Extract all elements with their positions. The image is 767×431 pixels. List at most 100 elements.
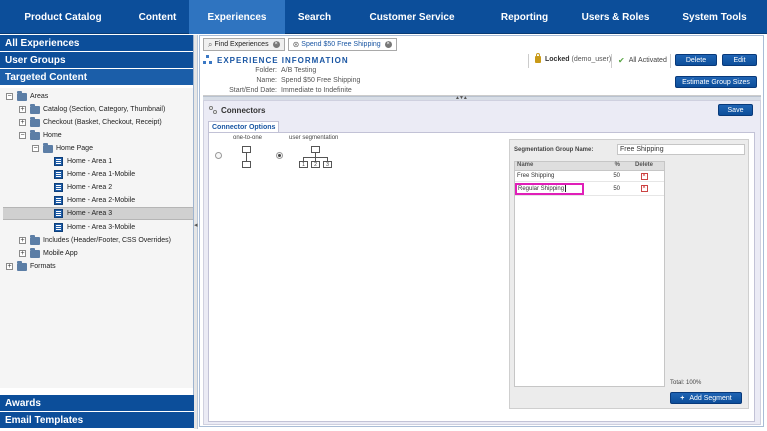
sidebar-all-experiences[interactable]: All Experiences bbox=[0, 35, 193, 52]
total-percent: Total: 100% bbox=[670, 380, 702, 386]
tree-item-home[interactable]: − Home bbox=[19, 129, 62, 142]
tab-connector-options[interactable]: Connector Options bbox=[208, 121, 280, 132]
tree-item-home-area-3-mobile[interactable]: Home - Area 3-Mobile bbox=[54, 221, 135, 234]
tree-item-label: Home - Area 1 bbox=[67, 158, 113, 165]
segment-percent[interactable]: 50 bbox=[598, 173, 624, 179]
edit-button[interactable]: Edit bbox=[722, 54, 757, 66]
save-button[interactable]: Save bbox=[718, 104, 753, 116]
collapse-icon[interactable]: − bbox=[6, 93, 13, 100]
connector-options-pane: one-to-one user segmentation 1 2 3 Segme… bbox=[208, 132, 755, 422]
nav-experiences[interactable]: Experiences bbox=[189, 0, 285, 34]
tree-item-label: Mobile App bbox=[43, 250, 78, 257]
folder-row: Folder: A/B Testing bbox=[203, 67, 316, 74]
close-icon[interactable]: × bbox=[384, 41, 392, 48]
delete-icon[interactable]: × bbox=[640, 185, 648, 192]
dates-value: Immediate to Indefinite bbox=[281, 87, 352, 94]
tree-item-includes[interactable]: + Includes (Header/Footer, CSS Overrides… bbox=[19, 234, 171, 247]
close-icon[interactable]: × bbox=[272, 41, 280, 48]
folder-icon bbox=[30, 247, 40, 258]
segment-percent[interactable]: 50 bbox=[598, 186, 624, 192]
connectors-title: Connectors bbox=[209, 106, 265, 115]
nav-system-tools[interactable]: System Tools bbox=[662, 0, 767, 34]
nav-reporting[interactable]: Reporting bbox=[480, 0, 569, 34]
tree-item-home-area-2[interactable]: Home - Area 2 bbox=[54, 181, 112, 194]
folder-icon bbox=[30, 129, 40, 140]
expand-icon[interactable]: + bbox=[19, 237, 26, 244]
expand-icon[interactable]: + bbox=[19, 106, 26, 113]
collapse-icon[interactable]: − bbox=[19, 132, 26, 139]
tree-item-home-area-3[interactable]: Home - Area 3 bbox=[3, 207, 193, 220]
content-area-icon bbox=[54, 196, 63, 205]
activated-label: All Activated bbox=[628, 57, 667, 64]
sidebar-targeted-content[interactable]: Targeted Content bbox=[0, 69, 193, 86]
name-row: Name: Spend $50 Free Shipping bbox=[203, 77, 360, 84]
tree-item-label: Includes (Header/Footer, CSS Overrides) bbox=[43, 237, 171, 244]
add-segment-label: Add Segment bbox=[689, 394, 732, 402]
sidebar-email-templates[interactable]: Email Templates bbox=[0, 412, 194, 429]
tab-spend-50-free-shipping[interactable]: ⊛ Spend $50 Free Shipping × bbox=[287, 38, 397, 51]
plus-icon: + bbox=[680, 394, 685, 402]
tree-item-home-area-2-mobile[interactable]: Home - Area 2-Mobile bbox=[54, 194, 135, 207]
tree-item-label: Formats bbox=[30, 263, 56, 270]
tree-item-label: Checkout (Basket, Checkout, Receipt) bbox=[43, 119, 162, 126]
tree-item-mobile-app[interactable]: + Mobile App bbox=[19, 247, 78, 260]
one-to-one-label: one-to-one bbox=[233, 135, 263, 141]
connector-icon bbox=[209, 106, 218, 115]
sidebar-user-groups[interactable]: User Groups bbox=[0, 52, 193, 69]
user-segmentation-radio[interactable] bbox=[276, 152, 283, 159]
name-value: Spend $50 Free Shipping bbox=[281, 77, 361, 84]
sidebar-awards[interactable]: Awards bbox=[0, 395, 194, 412]
tree-item-checkout[interactable]: + Checkout (Basket, Checkout, Receipt) bbox=[19, 116, 162, 129]
tree-item-home-area-1[interactable]: Home - Area 1 bbox=[54, 155, 112, 168]
expand-icon[interactable]: + bbox=[6, 263, 13, 270]
network-icon bbox=[203, 55, 213, 65]
nav-search[interactable]: Search bbox=[285, 0, 344, 34]
tree-item-label: Home - Area 3-Mobile bbox=[67, 224, 136, 231]
collapse-icon[interactable]: − bbox=[32, 145, 39, 152]
estimate-group-sizes-button[interactable]: Estimate Group Sizes bbox=[675, 76, 757, 88]
tree-item-home-page[interactable]: − Home Page bbox=[32, 142, 93, 155]
column-delete: Delete bbox=[634, 162, 653, 168]
folder-icon bbox=[30, 103, 40, 114]
sidebar-splitter[interactable]: ◂ bbox=[194, 35, 198, 429]
table-row[interactable]: Free Shipping 50 × bbox=[515, 171, 664, 182]
expand-icon[interactable]: + bbox=[19, 250, 26, 257]
folder-value: A/B Testing bbox=[281, 67, 317, 74]
splitter-grip-icon[interactable]: ◂ bbox=[194, 221, 198, 231]
folder-icon bbox=[30, 116, 40, 127]
one-to-one-radio[interactable] bbox=[215, 152, 222, 159]
table-row[interactable]: Regular Shipping 50 × bbox=[515, 182, 664, 196]
add-segment-button[interactable]: + Add Segment bbox=[670, 392, 742, 404]
locked-label: Locked bbox=[545, 56, 570, 63]
tree-item-formats[interactable]: + Formats bbox=[6, 260, 56, 273]
segment-name[interactable]: Free Shipping bbox=[515, 173, 598, 179]
tree-item-home-area-1-mobile[interactable]: Home - Area 1-Mobile bbox=[54, 168, 135, 181]
tree-item-label: Home - Area 2-Mobile bbox=[67, 197, 136, 204]
content-area-icon bbox=[54, 183, 63, 192]
user-segmentation-label: user segmentation bbox=[289, 135, 339, 141]
content-area-icon bbox=[54, 209, 63, 218]
nav-content[interactable]: Content bbox=[126, 0, 189, 34]
tree-item-label: Areas bbox=[30, 93, 49, 100]
folder-label: Folder: bbox=[255, 67, 277, 74]
tree-item-label: Catalog (Section, Category, Thumbnail) bbox=[43, 106, 166, 113]
connectors-heading: Connectors bbox=[221, 106, 266, 115]
segment-name-input[interactable]: Regular Shipping bbox=[515, 182, 584, 195]
experience-info-title: EXPERIENCE INFORMATION bbox=[203, 55, 349, 65]
content-tree: − Areas + Catalog (Section, Category, Th… bbox=[0, 88, 193, 388]
tree-item-catalog[interactable]: + Catalog (Section, Category, Thumbnail) bbox=[19, 103, 165, 116]
content-area-icon bbox=[54, 170, 63, 179]
group-name-label: Segmentation Group Name: bbox=[514, 147, 594, 153]
nav-product-catalog[interactable]: Product Catalog bbox=[0, 0, 126, 34]
nav-users-roles[interactable]: Users & Roles bbox=[569, 0, 662, 34]
left-sidebar: All Experiences User Groups Targeted Con… bbox=[0, 35, 194, 429]
delete-button[interactable]: Delete bbox=[675, 54, 717, 66]
group-name-input[interactable]: Free Shipping bbox=[617, 144, 745, 155]
tab-find-experiences[interactable]: ⌕ Find Experiences × bbox=[203, 38, 285, 51]
tree-item-label: Home - Area 3 bbox=[67, 210, 113, 217]
delete-icon[interactable]: × bbox=[640, 172, 648, 180]
expand-icon[interactable]: + bbox=[19, 119, 26, 126]
tree-item-areas[interactable]: − Areas bbox=[6, 90, 48, 103]
segment-name-value: Regular Shipping bbox=[518, 185, 565, 192]
nav-customer-service[interactable]: Customer Service bbox=[344, 0, 480, 34]
